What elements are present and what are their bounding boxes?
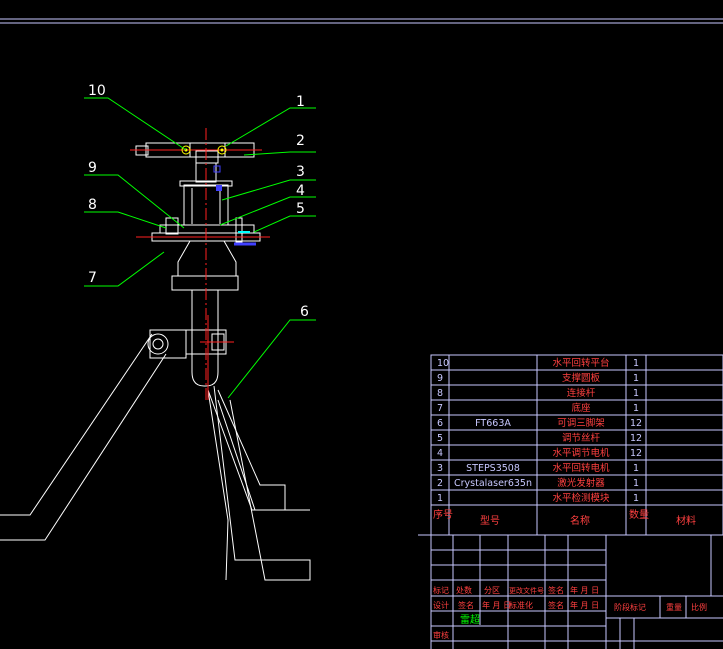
bom-cell-no-9: 9 — [437, 373, 443, 384]
bom-cell-name-5: 调节丝杆 — [562, 432, 601, 444]
tb-sign: 签名 — [548, 585, 564, 595]
bom-cell-qty-4: 12 — [630, 448, 642, 459]
adjust-screw — [235, 217, 243, 243]
tripod-leg-right — [217, 389, 286, 511]
bom-cell-name-9: 支撑圆板 — [562, 372, 601, 384]
tb-date: 年 月 日 — [570, 585, 599, 595]
title-block: 标记 处数 分区 更改文件号 签名 年 月 日 设计 签名 年 月 日 标准化 … — [430, 535, 723, 649]
bom-header-no: 序号 — [433, 508, 453, 521]
tb-mark: 标记 — [433, 585, 449, 595]
bom-cell-no-10: 10 — [437, 358, 449, 369]
bill-of-materials: 10 水平回转平台 19 支撑圆板 18 连接杆 17 底座 16 FT663A 可调三脚架 125 调… — [418, 354, 723, 536]
bom-header-model: 型号 — [480, 514, 500, 527]
center-lines — [130, 128, 270, 400]
bom-cell-qty-6: 12 — [630, 418, 642, 429]
bom-cell-name-7: 底座 — [571, 402, 591, 414]
tb-date3: 年 月 日 — [570, 600, 599, 610]
bom-header-mat: 材料 — [676, 514, 696, 527]
bom-cell-no-8: 8 — [437, 388, 443, 399]
bom-cell-no-7: 7 — [437, 403, 443, 414]
tb-stage: 阶段标记 — [614, 602, 646, 612]
tb-scale: 比例 — [691, 602, 707, 612]
part-number-labels: 10 9 8 7 1 2 3 4 5 6 — [88, 83, 309, 320]
bom-cell-no-4: 4 — [437, 448, 443, 459]
bom-cell-qty-2: 1 — [633, 478, 639, 489]
bom-cell-qty-3: 1 — [633, 463, 639, 474]
part-label-9: 9 — [88, 160, 97, 176]
tripod-assembly — [0, 142, 311, 581]
tb-weight: 重量 — [666, 602, 682, 612]
bom-cell-name-1: 水平检测模块 — [552, 492, 610, 504]
bom-cell-no-3: 3 — [437, 463, 443, 474]
bom-cell-qty-5: 12 — [630, 433, 642, 444]
part-label-3: 3 — [296, 164, 305, 180]
tb-sign2: 签名 — [458, 600, 474, 610]
base-hub — [177, 240, 237, 277]
part-label-8: 8 — [88, 197, 97, 213]
tb-count: 处数 — [456, 585, 472, 595]
bom-cell-name-6: 可调三脚架 — [557, 418, 605, 429]
bom-cell-qty-1: 1 — [633, 493, 639, 504]
tb-date2: 年 月 日 — [482, 600, 511, 610]
bom-header-qty: 数量 — [629, 508, 649, 521]
bom-cell-qty-8: 1 — [633, 388, 639, 399]
bom-cell-no-5: 5 — [437, 433, 443, 444]
tb-standard: 标准化 — [509, 600, 533, 610]
bom-cell-name-10: 水平回转平台 — [552, 357, 609, 369]
bom-cell-model-6: FT663A — [475, 418, 511, 429]
part-label-7: 7 — [88, 270, 97, 286]
bom-cell-model-2: Crystalaser635n — [454, 478, 532, 489]
tb-sign3: 签名 — [548, 600, 564, 610]
part-label-2: 2 — [296, 133, 305, 149]
tripod-leg-left — [0, 333, 153, 516]
drawing-frame — [0, 18, 723, 24]
part-label-6: 6 — [300, 304, 309, 320]
bom-cell-no-2: 2 — [437, 478, 443, 489]
tb-change-doc: 更改文件号 — [509, 586, 544, 595]
bom-cell-name-3: 水平回转电机 — [552, 462, 610, 474]
bom-cell-qty-9: 1 — [633, 373, 639, 384]
bom-cell-no-1: 1 — [437, 493, 443, 504]
bom-cell-name-8: 连接杆 — [567, 387, 596, 399]
part-label-1: 1 — [296, 94, 305, 110]
part-label-10: 10 — [88, 83, 106, 99]
bom-cell-qty-10: 1 — [633, 358, 639, 369]
bom-cell-name-2: 激光发射器 — [557, 477, 605, 489]
tb-zone: 分区 — [484, 586, 500, 595]
part-label-5: 5 — [296, 201, 305, 217]
bom-cell-no-6: 6 — [437, 418, 443, 429]
designer-name: 雷超 — [460, 613, 480, 626]
cad-drawing: 10 9 8 7 1 2 3 4 5 6 10 水平回转平台 19 支撑圆板 1… — [0, 18, 723, 649]
center-post — [191, 290, 219, 387]
tb-review: 审核 — [433, 630, 449, 640]
bom-cell-name-4: 水平调节电机 — [552, 447, 610, 459]
part-label-4: 4 — [296, 183, 305, 199]
bom-cell-qty-7: 1 — [633, 403, 639, 414]
detail-marks — [181, 145, 256, 246]
tb-design: 设计 — [433, 600, 449, 610]
bom-header-name: 名称 — [570, 514, 590, 527]
connecting-rod — [165, 217, 179, 235]
bom-cell-model-3: STEPS3508 — [466, 463, 520, 474]
